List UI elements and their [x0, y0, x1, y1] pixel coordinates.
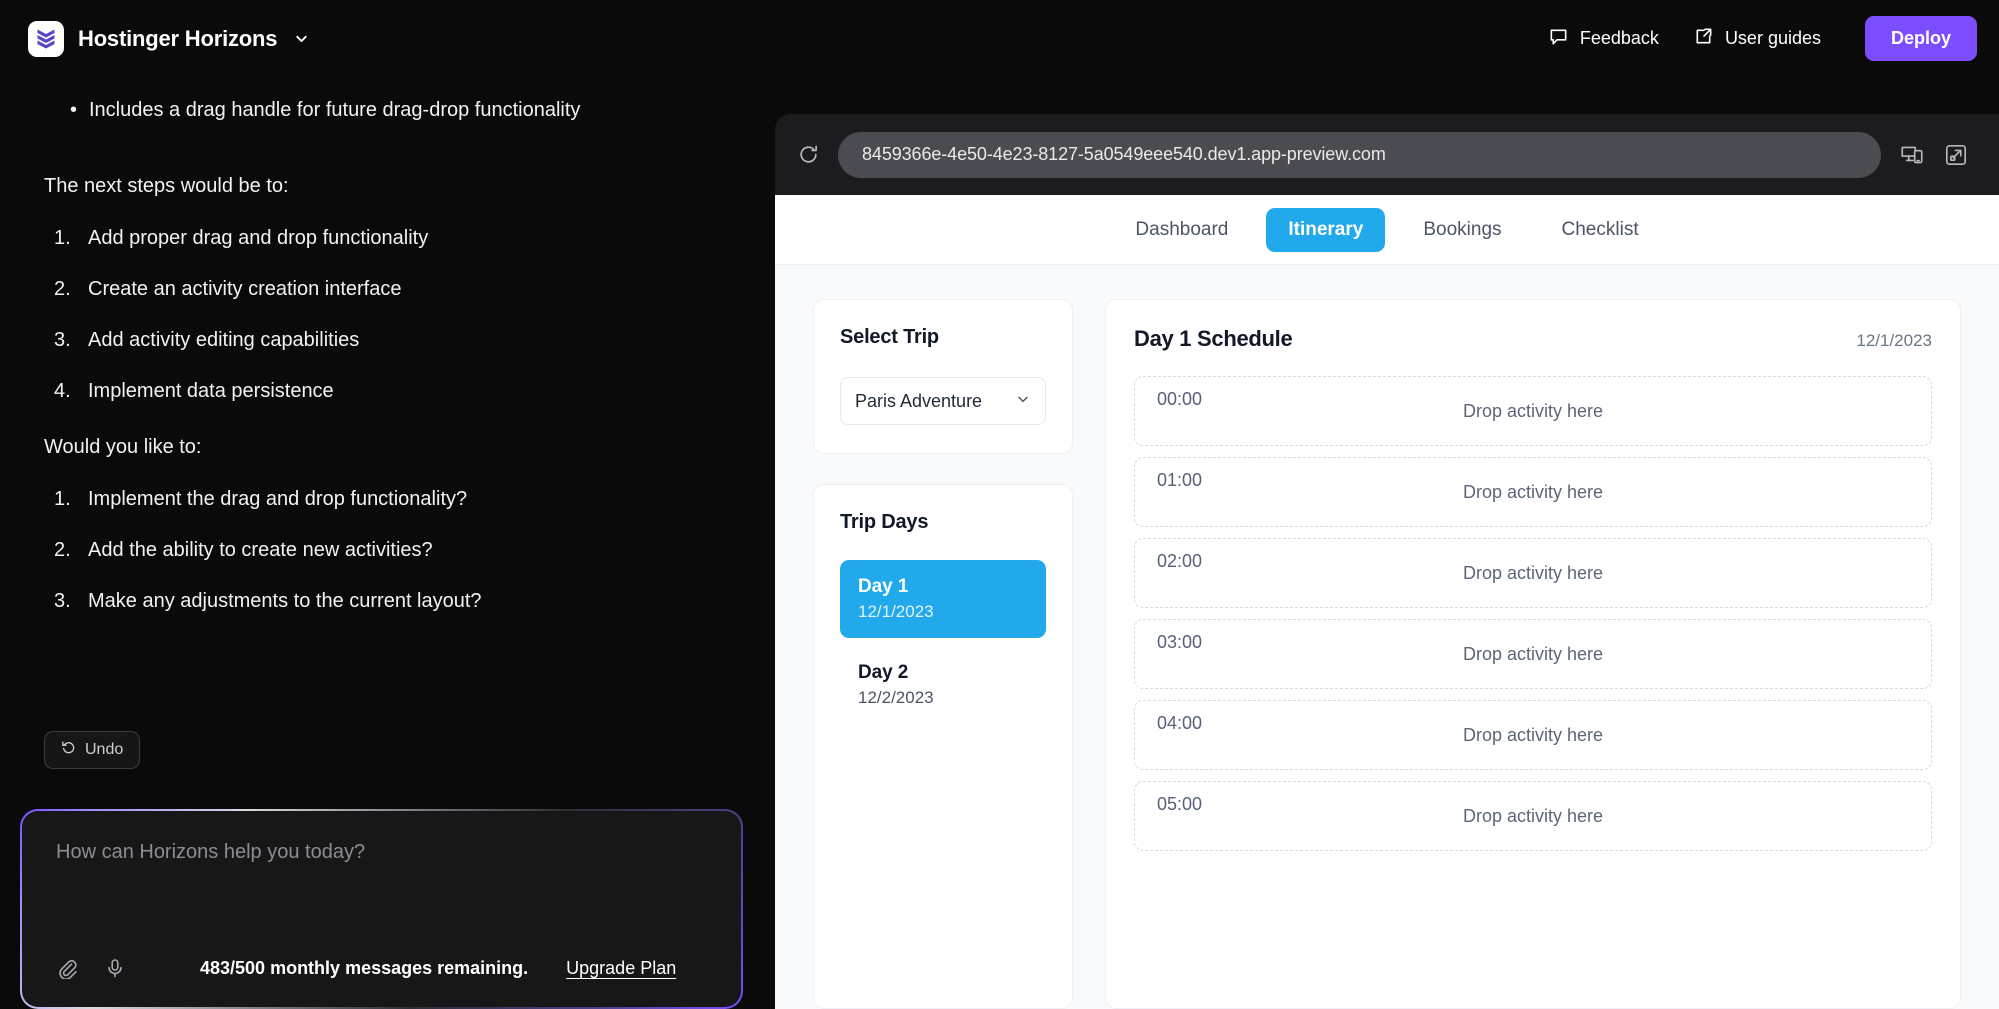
- trip-days-card: Trip Days Day 1 12/1/2023 Day 2 12/2/202…: [813, 484, 1073, 1009]
- list-item: Make any adjustments to the current layo…: [54, 586, 482, 616]
- slot-drop-label: Drop activity here: [1462, 805, 1604, 826]
- user-guides-button[interactable]: User guides: [1693, 26, 1821, 52]
- deploy-button[interactable]: Deploy: [1864, 16, 1977, 61]
- list-item: Add the ability to create new activities…: [54, 535, 433, 565]
- schedule-slot[interactable]: 01:00 Drop activity here: [1134, 457, 1932, 527]
- next-steps-list: Add proper drag and drop functionality C…: [44, 223, 745, 406]
- tab-itinerary[interactable]: Itinerary: [1266, 207, 1386, 252]
- trip-day-item-2[interactable]: Day 2 12/2/2023: [840, 646, 1046, 724]
- embedded-app: Dashboard Itinerary Bookings Checklist S…: [775, 195, 1999, 1009]
- would-you-like-heading: Would you like to:: [44, 436, 202, 458]
- rotate-left-icon: [61, 740, 76, 760]
- schedule-header: Day 1 Schedule 12/1/2023: [1134, 326, 1932, 352]
- message-quota-text: 483/500 monthly messages remaining.: [200, 957, 529, 978]
- tab-checklist[interactable]: Checklist: [1540, 208, 1661, 252]
- feedback-label: Feedback: [1579, 28, 1659, 48]
- trip-day-date: 12/1/2023: [858, 602, 934, 621]
- chat-bubble-icon: [1548, 26, 1569, 52]
- chat-composer: 483/500 monthly messages remaining. Upgr…: [20, 809, 743, 1009]
- upgrade-plan-link[interactable]: Upgrade Plan: [566, 958, 676, 979]
- schedule-date: 12/1/2023: [1856, 331, 1932, 350]
- app-top-bar: Hostinger Horizons Feedback User guides: [0, 0, 1999, 77]
- list-item: Includes a drag handle for future drag-d…: [44, 95, 745, 125]
- select-trip-card: Select Trip Paris Adventure: [813, 299, 1073, 454]
- app-tab-bar: Dashboard Itinerary Bookings Checklist: [775, 195, 1999, 265]
- list-item: Add activity editing capabilities: [54, 325, 360, 355]
- app-content: Select Trip Paris Adventure Trip Days Da…: [775, 265, 1999, 1009]
- list-item: Implement data persistence: [54, 376, 334, 406]
- hostinger-logo-icon: [28, 20, 64, 57]
- undo-button[interactable]: Undo: [44, 731, 141, 769]
- chevron-down-icon[interactable]: [293, 30, 310, 47]
- trip-day-name: Day 2: [858, 662, 909, 683]
- trip-days-list: Day 1 12/1/2023 Day 2 12/2/2023: [840, 560, 1046, 724]
- user-guides-label: User guides: [1724, 28, 1821, 48]
- left-column: Select Trip Paris Adventure Trip Days Da…: [813, 299, 1073, 1009]
- undo-label: Undo: [85, 741, 124, 758]
- microphone-icon[interactable]: [104, 957, 126, 979]
- brand-menu[interactable]: Hostinger Horizons: [28, 20, 310, 57]
- trip-day-item-1[interactable]: Day 1 12/1/2023: [840, 560, 1046, 638]
- preview-panel: 8459366e-4e50-4e23-8127-5a0549eee540.dev…: [775, 77, 1999, 1009]
- preview-url-bar: 8459366e-4e50-4e23-8127-5a0549eee540.dev…: [775, 114, 1999, 195]
- select-trip-title: Select Trip: [840, 326, 939, 348]
- tab-dashboard[interactable]: Dashboard: [1113, 208, 1250, 252]
- trip-day-name: Day 1: [858, 576, 909, 597]
- chat-messages: Includes a drag handle for future drag-d…: [44, 77, 745, 731]
- tab-bookings[interactable]: Bookings: [1401, 208, 1523, 252]
- undo-row: Undo: [44, 731, 745, 785]
- url-input[interactable]: 8459366e-4e50-4e23-8127-5a0549eee540.dev…: [838, 131, 1881, 178]
- list-item: Implement the drag and drop functionalit…: [54, 484, 468, 514]
- schedule-slot[interactable]: 02:00 Drop activity here: [1134, 538, 1932, 608]
- chat-input[interactable]: [56, 841, 707, 864]
- schedule-slot-list: 00:00 Drop activity here 01:00 Drop acti…: [1134, 376, 1932, 851]
- top-bar-actions: Feedback User guides Deploy: [1548, 16, 1977, 61]
- schedule-title: Day 1 Schedule: [1134, 326, 1293, 351]
- trip-day-date: 12/2/2023: [858, 688, 934, 707]
- would-you-like-list: Implement the drag and drop functionalit…: [44, 484, 745, 616]
- schedule-slot[interactable]: 03:00 Drop activity here: [1134, 619, 1932, 689]
- paperclip-icon[interactable]: [56, 957, 78, 979]
- brand-title: Hostinger Horizons: [78, 25, 278, 51]
- day-schedule-card: Day 1 Schedule 12/1/2023 00:00 Drop acti…: [1105, 299, 1961, 1009]
- device-preview-icon[interactable]: [1899, 142, 1925, 168]
- slot-drop-label: Drop activity here: [1462, 724, 1604, 745]
- slot-drop-label: Drop activity here: [1462, 481, 1604, 502]
- slot-drop-label: Drop activity here: [1462, 400, 1604, 421]
- trip-select-value: Paris Adventure: [855, 390, 983, 411]
- refresh-icon[interactable]: [797, 143, 820, 166]
- list-item: Add proper drag and drop functionality: [54, 223, 429, 253]
- schedule-slot[interactable]: 00:00 Drop activity here: [1134, 376, 1932, 446]
- feedback-button[interactable]: Feedback: [1548, 26, 1659, 52]
- schedule-slot[interactable]: 05:00 Drop activity here: [1134, 781, 1932, 851]
- message-bullet-list: Includes a drag handle for future drag-d…: [44, 95, 745, 125]
- external-link-icon: [1693, 26, 1714, 52]
- list-item: Create an activity creation interface: [54, 274, 402, 304]
- trip-days-title: Trip Days: [840, 511, 929, 533]
- chat-panel: Includes a drag handle for future drag-d…: [0, 77, 775, 1009]
- chevron-down-icon: [1015, 391, 1031, 412]
- schedule-slot[interactable]: 04:00 Drop activity here: [1134, 700, 1932, 770]
- open-external-icon[interactable]: [1943, 142, 1969, 168]
- slot-drop-label: Drop activity here: [1462, 643, 1604, 664]
- next-steps-heading: The next steps would be to:: [44, 175, 289, 197]
- slot-drop-label: Drop activity here: [1462, 562, 1604, 583]
- trip-select-dropdown[interactable]: Paris Adventure: [840, 377, 1046, 425]
- right-column: Day 1 Schedule 12/1/2023 00:00 Drop acti…: [1105, 299, 1961, 1009]
